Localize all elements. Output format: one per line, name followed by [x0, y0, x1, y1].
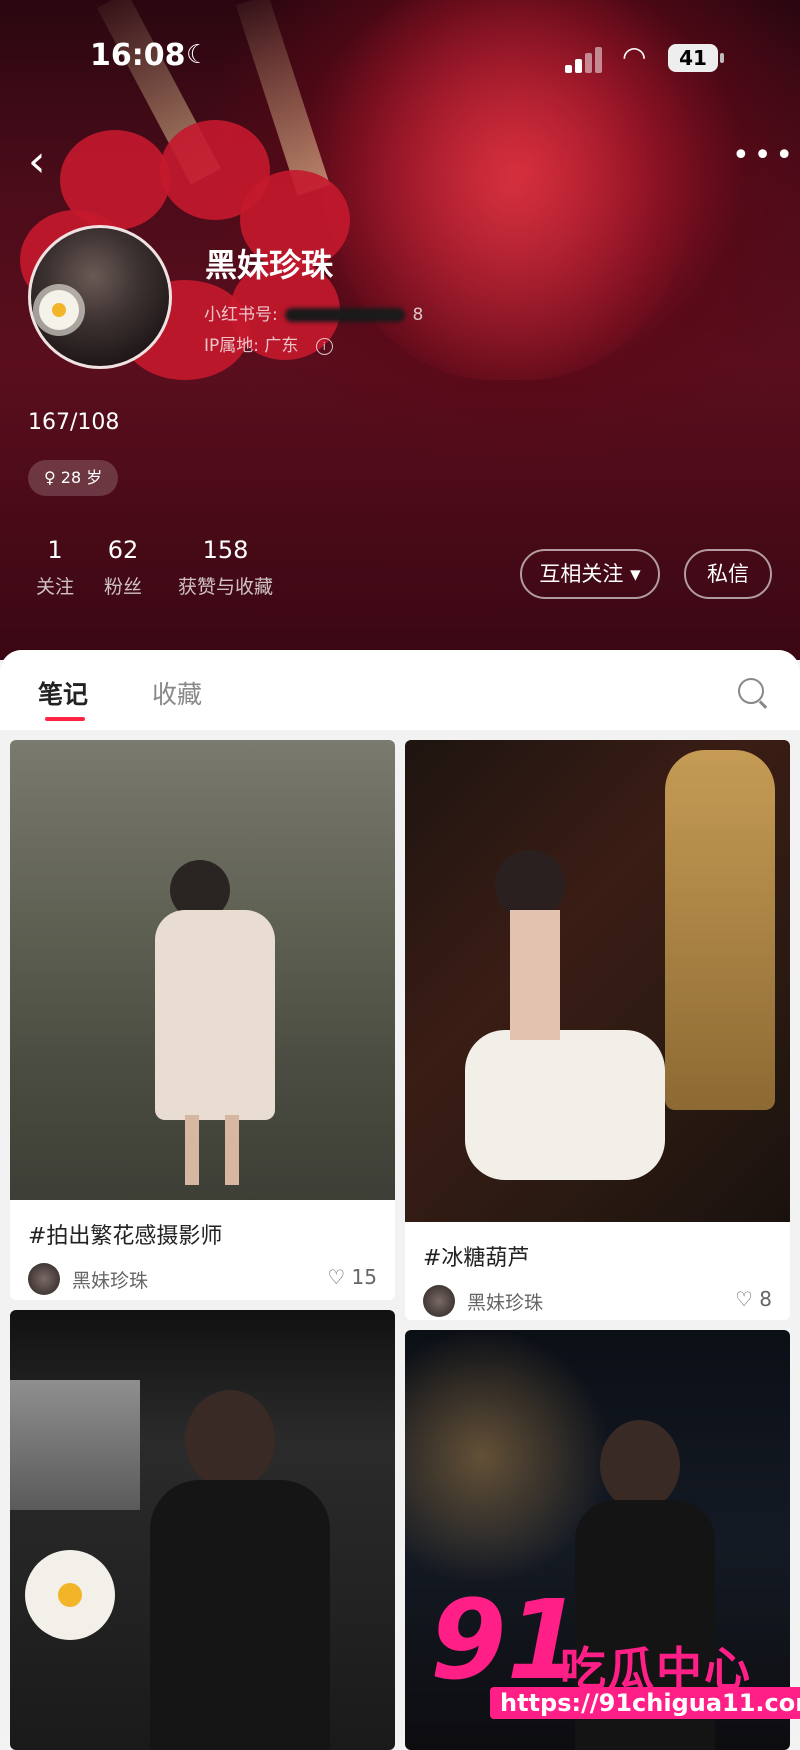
moon-icon: ☾ [186, 40, 210, 70]
like-count[interactable]: ♡ 15 [327, 1265, 377, 1289]
notes-feed: 笔记 收藏 #拍出繁花感摄影师 黑妹珍珠 ♡ 15 #冰糖葫芦 黑妹珍珠 ♡ 8 [0, 650, 800, 1750]
stat-following[interactable]: 1 关注 [36, 536, 74, 599]
stat-number: 62 [107, 536, 139, 564]
wifi-icon: ◠ [622, 40, 647, 73]
status-time: 16:08 [90, 38, 186, 73]
tab-bar: 笔记 收藏 [0, 650, 800, 730]
mutual-follow-button[interactable]: 互相关注 ▾ [520, 549, 660, 599]
message-button[interactable]: 私信 [684, 549, 772, 599]
note-title: #冰糖葫芦 [423, 1246, 530, 1271]
redbook-id: 小红书号: 8 [204, 300, 423, 325]
like-number: 15 [351, 1265, 377, 1289]
avatar[interactable] [28, 225, 172, 369]
profile-name: 黑妹珍珠 [205, 246, 334, 284]
author-avatar [28, 1263, 60, 1295]
search-icon[interactable] [738, 678, 764, 704]
stat-followers[interactable]: 62 粉丝 [104, 536, 142, 599]
note-card[interactable]: #拍出繁花感摄影师 黑妹珍珠 ♡ 15 [10, 740, 395, 1300]
note-author[interactable]: 黑妹珍珠 [28, 1263, 148, 1295]
daisy-balloon [39, 290, 79, 330]
like-count[interactable]: ♡ 8 [735, 1287, 772, 1311]
battery-indicator: 41 [668, 44, 724, 72]
author-name: 黑妹珍珠 [72, 1269, 149, 1292]
ip-location-label: IP属地: 广东 [204, 336, 299, 356]
author-avatar [423, 1285, 455, 1317]
ip-location: IP属地: 广东 i [204, 331, 333, 356]
stat-number: 1 [47, 536, 63, 564]
watermark-url: https://91chigua11.com [490, 1687, 800, 1719]
like-number: 8 [759, 1287, 772, 1311]
note-card[interactable] [10, 1310, 395, 1750]
more-options-icon[interactable]: ••• [732, 138, 797, 173]
stat-likes-collections[interactable]: 158 获赞与收藏 [178, 536, 273, 599]
note-image [10, 1310, 395, 1750]
note-author[interactable]: 黑妹珍珠 [423, 1285, 543, 1317]
info-icon[interactable]: i [315, 337, 333, 355]
tab-notes[interactable]: 笔记 [38, 675, 88, 711]
stat-number: 158 [202, 536, 249, 564]
note-card[interactable]: #冰糖葫芦 黑妹珍珠 ♡ 8 [405, 740, 790, 1320]
stat-label: 获赞与收藏 [178, 576, 274, 598]
stat-label: 关注 [36, 576, 75, 598]
heart-icon: ♡ [327, 1265, 346, 1289]
tab-active-indicator [45, 717, 85, 721]
redbook-id-suffix: 8 [412, 305, 424, 325]
status-bar: 16:08 ☾ ◠ 41 [0, 0, 800, 100]
watermark: 91 吃瓜中心 https://91chigua11.com [430, 1585, 800, 1719]
signal-icon [565, 45, 605, 73]
note-image [405, 740, 790, 1222]
note-image [10, 740, 395, 1200]
gender-age-tag: ♀ 28 岁 [28, 460, 119, 496]
redbook-id-label: 小红书号: [204, 305, 278, 325]
stat-label: 粉丝 [104, 576, 143, 598]
redacted-id [285, 308, 406, 322]
heart-icon: ♡ [734, 1287, 753, 1311]
profile-bio: 167/108 [28, 410, 120, 435]
tab-collections[interactable]: 收藏 [152, 675, 202, 711]
back-icon[interactable]: ‹ [28, 140, 46, 184]
author-name: 黑妹珍珠 [467, 1291, 544, 1314]
note-title: #拍出繁花感摄影师 [28, 1224, 223, 1249]
